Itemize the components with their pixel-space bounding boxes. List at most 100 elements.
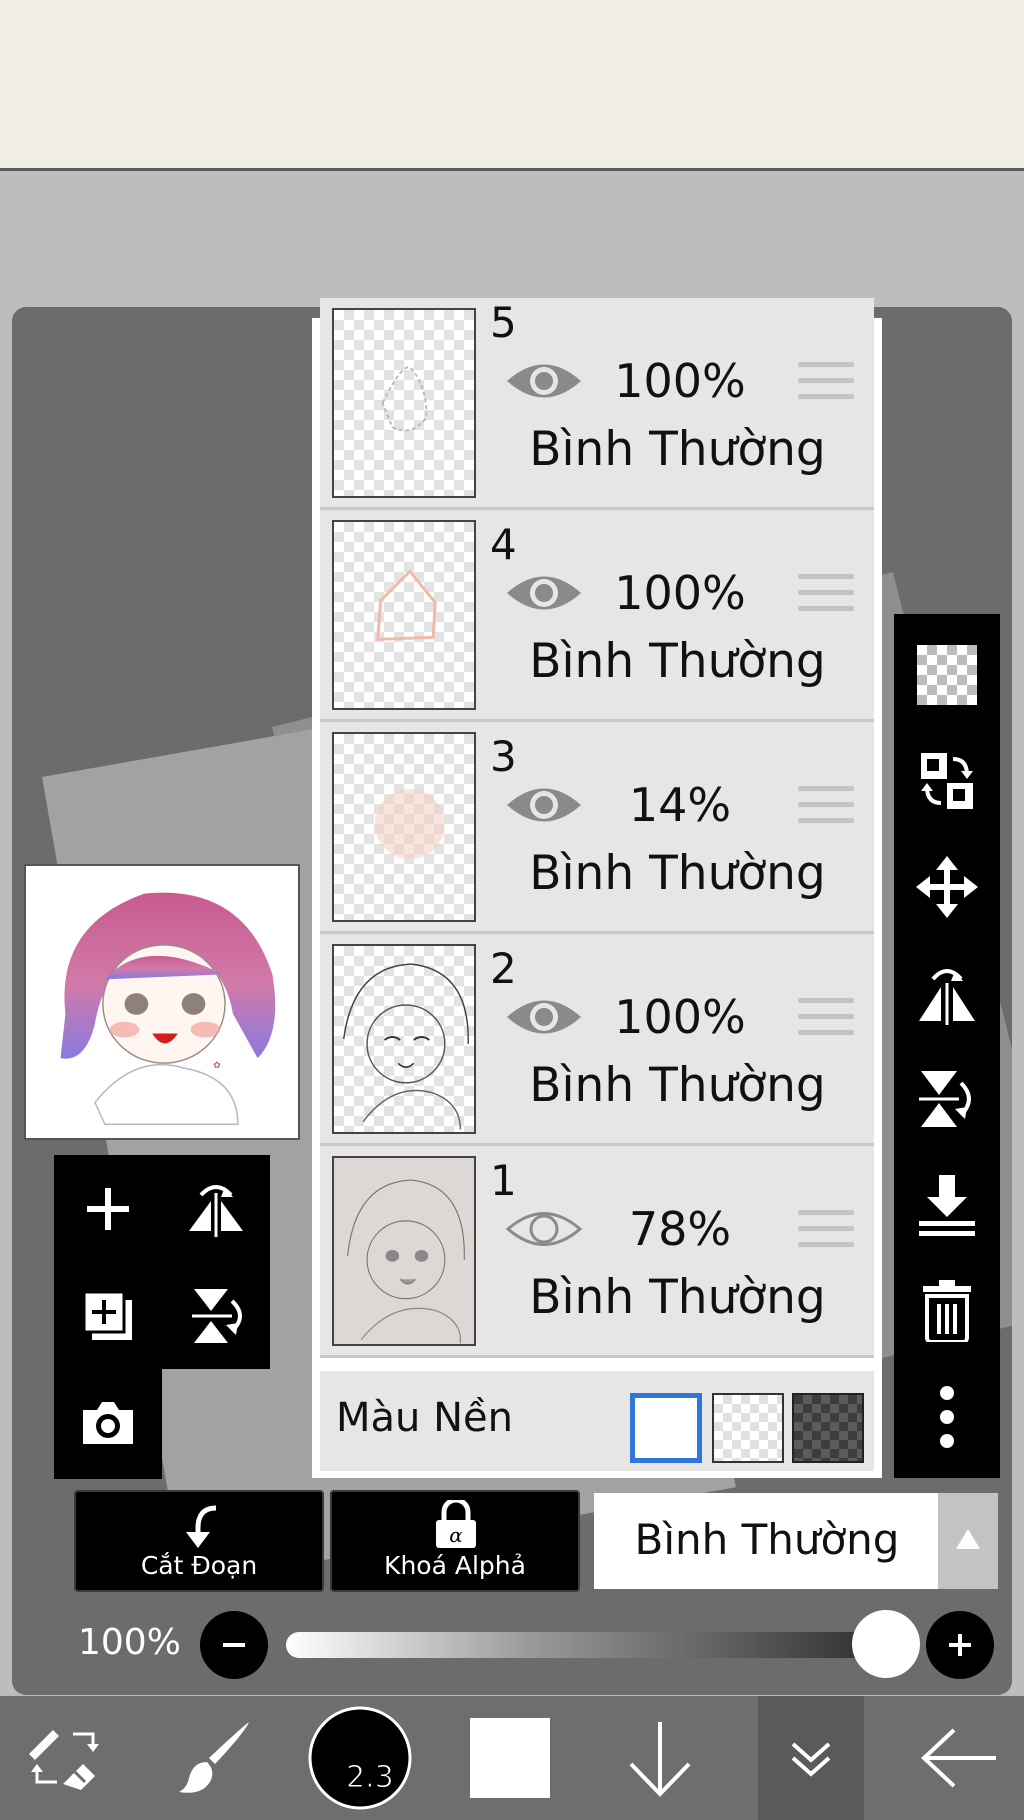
opacity-value: 100% (78, 1622, 181, 1663)
layer-row-3[interactable]: 3 14% Bình Thường (320, 722, 874, 934)
flip-horizontal-button[interactable] (894, 940, 1000, 1046)
transform-eraser-button[interactable] (10, 1696, 120, 1820)
layer-number: 2 (490, 944, 517, 993)
svg-text:✿: ✿ (213, 1061, 220, 1071)
background-dark-swatch[interactable] (792, 1393, 864, 1463)
eye-icon[interactable] (505, 992, 583, 1042)
layer-row-4[interactable]: 4 100% Bình Thường (320, 510, 874, 722)
add-icon (87, 1187, 129, 1230)
alpha-lock-button[interactable]: α Khoá Alphả (330, 1490, 580, 1592)
flip-horizontal-button[interactable] (162, 1155, 270, 1262)
drag-handle-icon[interactable] (798, 362, 854, 404)
brush-icon (179, 1722, 249, 1793)
canvas-preview: ✿ (24, 864, 300, 1140)
layer-thumbnail[interactable] (332, 1156, 476, 1346)
duplicate-layer-icon (82, 1290, 132, 1340)
layer-opacity[interactable]: 100% (605, 354, 755, 408)
layers-panel: 5 100% Bình Thường 4 100% Bình Thường 3 … (312, 298, 882, 1478)
layer-blend-mode[interactable]: Bình Thường (510, 1270, 845, 1325)
drag-handle-icon[interactable] (798, 786, 854, 828)
layer-thumbnail[interactable] (332, 520, 476, 710)
background-color-row: Màu Nền (320, 1371, 874, 1471)
flip-horizontal-icon (189, 1184, 243, 1237)
layer-blend-mode[interactable]: Bình Thường (510, 1058, 845, 1113)
top-bar (0, 0, 1024, 171)
right-toolbar (894, 614, 1000, 1478)
swap-layer-icon (921, 753, 973, 809)
layer-blend-mode[interactable]: Bình Thường (510, 634, 845, 689)
layer-thumbnail[interactable] (332, 944, 476, 1134)
layer-number: 4 (490, 520, 517, 569)
transparency-button[interactable] (894, 622, 1000, 728)
blend-mode-dropdown-button[interactable] (938, 1493, 998, 1589)
layer-row-5[interactable]: 5 100% Bình Thường (320, 298, 874, 510)
clipping-button[interactable]: Cắt Đoạn (74, 1490, 324, 1592)
opacity-slider-track[interactable] (286, 1632, 896, 1658)
camera-icon (83, 1401, 133, 1444)
layer-opacity[interactable]: 78% (605, 1202, 755, 1256)
background-color-label: Màu Nền (336, 1395, 513, 1441)
flip-vertical-button[interactable] (894, 1046, 1000, 1152)
layer-thumbnail[interactable] (332, 308, 476, 498)
move-icon (916, 856, 978, 918)
drag-handle-icon[interactable] (798, 1210, 854, 1252)
background-white-swatch[interactable] (630, 1393, 702, 1463)
eye-icon[interactable] (505, 568, 583, 618)
layer-opacity[interactable]: 100% (605, 990, 755, 1044)
add-layer-button[interactable] (54, 1155, 162, 1262)
camera-button[interactable] (54, 1369, 162, 1476)
delete-layer-button[interactable] (894, 1258, 1000, 1364)
brush-size-icon (308, 1706, 412, 1810)
layer-opacity[interactable]: 100% (605, 566, 755, 620)
layer-tools (54, 1155, 270, 1369)
eye-icon[interactable] (505, 780, 583, 830)
color-swatch-icon (470, 1718, 550, 1798)
layer-thumbnail[interactable] (332, 732, 476, 922)
eye-icon[interactable] (505, 1204, 583, 1254)
opacity-increase-button[interactable] (926, 1611, 994, 1679)
flip-vertical-icon (919, 1071, 971, 1127)
layer-down-button[interactable] (610, 1696, 710, 1820)
layer-blend-mode[interactable]: Bình Thường (510, 422, 845, 477)
drag-handle-icon[interactable] (798, 574, 854, 616)
collapse-panel-button[interactable] (758, 1696, 864, 1820)
arrow-down-icon (629, 1722, 691, 1797)
transparency-checker-icon (917, 645, 977, 705)
double-chevron-down-icon (791, 1742, 831, 1777)
merge-down-icon (919, 1175, 975, 1236)
back-button[interactable] (910, 1696, 1010, 1820)
opacity-slider-knob[interactable] (852, 1610, 920, 1678)
layer-number: 3 (490, 732, 517, 781)
duplicate-layer-button[interactable] (54, 1262, 162, 1369)
opacity-decrease-button[interactable] (200, 1611, 268, 1679)
layer-blend-mode[interactable]: Bình Thường (510, 846, 845, 901)
back-arrow-icon (921, 1728, 996, 1788)
camera-tool (54, 1369, 162, 1479)
brush-tool-button[interactable] (160, 1696, 270, 1820)
flip-horizontal-icon (919, 969, 975, 1025)
merge-down-button[interactable] (894, 1152, 1000, 1258)
trash-icon (923, 1280, 971, 1342)
more-options-button[interactable] (894, 1364, 1000, 1470)
eye-icon[interactable] (505, 356, 583, 406)
brush-size-value: 2.3 (346, 1760, 395, 1796)
plus-icon (949, 1634, 971, 1656)
color-button[interactable] (460, 1696, 560, 1820)
layer-number: 5 (490, 298, 517, 347)
blend-mode-select[interactable]: Bình Thường (594, 1493, 940, 1589)
drag-handle-icon[interactable] (798, 998, 854, 1040)
flip-vertical-button[interactable] (162, 1262, 270, 1369)
layer-opacity[interactable]: 14% (605, 778, 755, 832)
move-button[interactable] (894, 834, 1000, 940)
alpha-lock-label: Khoá Alphả (384, 1551, 526, 1580)
brush-size-button[interactable]: 2.3 (300, 1696, 420, 1820)
clipping-label: Cắt Đoạn (140, 1551, 258, 1580)
background-transparent-swatch[interactable] (712, 1393, 784, 1463)
bottom-navigation: 2.3 (0, 1696, 1024, 1820)
layer-row-1[interactable]: 1 78% Bình Thường (320, 1146, 874, 1358)
more-vertical-icon (940, 1386, 954, 1448)
transform-eraser-icon (29, 1730, 99, 1790)
minus-icon (223, 1643, 245, 1647)
swap-layer-button[interactable] (894, 728, 1000, 834)
layer-row-2[interactable]: 2 100% Bình Thường (320, 934, 874, 1146)
